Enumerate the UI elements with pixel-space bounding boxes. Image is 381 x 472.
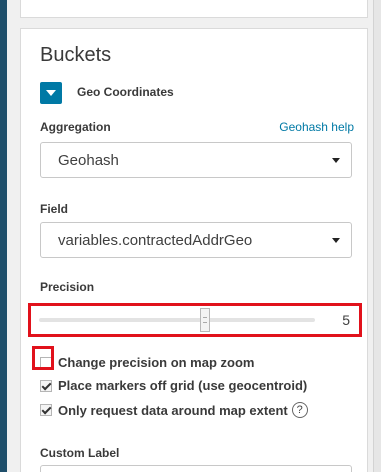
field-select-value: variables.contractedAddrGeo [58, 231, 253, 249]
option-map-extent[interactable]: Only request data around map extent ? [40, 402, 308, 418]
precision-label: Precision [40, 280, 95, 294]
precision-slider-track[interactable] [39, 318, 315, 322]
option-label: Only request data around map extent [58, 402, 288, 418]
scrollbar[interactable] [373, 0, 381, 472]
option-place-markers[interactable]: Place markers off grid (use geocentroid) [40, 378, 307, 393]
precision-value: 5 [342, 312, 350, 328]
place-markers-checkbox[interactable] [40, 379, 52, 392]
field-select[interactable]: variables.contractedAddrGeo [40, 222, 352, 258]
chevron-down-icon [46, 90, 56, 96]
precision-slider-handle[interactable] [199, 308, 210, 332]
previous-panel-edge [20, 0, 368, 18]
option-label: Place markers off grid (use geocentroid) [58, 378, 308, 393]
geohash-help-link[interactable]: Geohash help [279, 120, 354, 134]
aggregation-select-value: Geohash [58, 151, 119, 169]
aggregation-label: Aggregation [40, 120, 111, 134]
caret-down-icon [332, 238, 340, 243]
agg-type-label: Geo Coordinates [77, 85, 174, 99]
checkbox-highlight [32, 346, 54, 370]
aggregation-select[interactable]: Geohash [40, 142, 352, 178]
caret-down-icon [332, 158, 340, 163]
precision-slider-highlight: 5 [28, 303, 362, 337]
custom-label-label: Custom Label [40, 446, 120, 460]
field-label: Field [40, 202, 69, 216]
custom-label-input[interactable] [40, 465, 352, 472]
option-change-precision[interactable]: Change precision on map zoom [40, 355, 254, 370]
map-extent-checkbox[interactable] [40, 404, 52, 416]
left-nav-rail [0, 0, 7, 472]
question-circle-icon[interactable]: ? [291, 402, 308, 418]
grip-icon [202, 317, 207, 323]
buckets-title: Buckets [40, 44, 112, 66]
option-label: Change precision on map zoom [58, 355, 255, 370]
collapse-toggle-button[interactable] [40, 82, 62, 104]
